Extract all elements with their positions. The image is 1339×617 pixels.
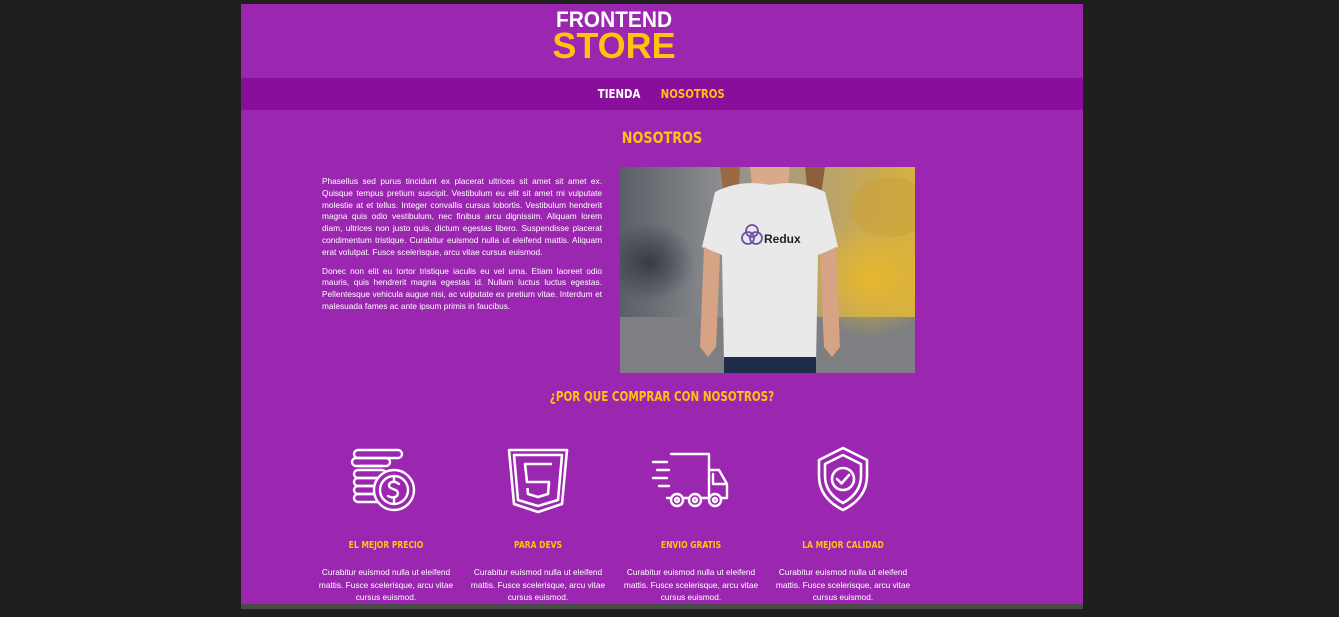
about-title: NOSOTROS [621, 128, 703, 147]
feature-description: Curabitur euismod nulla ut eleifend matt… [775, 567, 911, 602]
coins-dollar-icon [350, 448, 416, 512]
feature-description: Curabitur euismod nulla ut eleifend matt… [470, 567, 606, 602]
feature-best-quality: LA MEJOR CALIDAD Curabitur euismod nulla… [768, 442, 918, 602]
nav-link-nosotros[interactable]: NOSOTROS [660, 78, 724, 110]
feature-description: Curabitur euismod nulla ut eleifend matt… [623, 567, 759, 602]
feature-title: ENVIO GRATIS [660, 540, 722, 551]
logo-line-frontend: FRONTEND [555, 7, 673, 32]
html5-icon [507, 448, 569, 514]
about-photo: Redux [620, 167, 915, 373]
site-header: FRONTEND STORE [241, 4, 1083, 78]
logo-line-store: STORE [552, 25, 676, 66]
main-nav: TIENDA NOSOTROS [241, 78, 1083, 110]
feature-for-devs: PARA DEVS Curabitur euismod nulla ut ele… [463, 442, 613, 602]
delivery-truck-icon [651, 452, 729, 508]
nav-link-tienda[interactable]: TIENDA [598, 78, 641, 110]
tshirt-model-image: Redux [620, 167, 915, 373]
horizontal-scrollbar[interactable] [241, 604, 1083, 609]
why-title: ¿POR QUE COMPRAR CON NOSOTROS? [549, 390, 775, 405]
feature-best-price: EL MEJOR PRECIO Curabitur euismod nulla … [311, 442, 461, 602]
about-text: Phasellus sed purus tincidunt ex placera… [322, 176, 602, 320]
about-paragraph-2: Donec non elit eu tortor tristique iacul… [322, 265, 602, 311]
feature-free-shipping: ENVIO GRATIS Curabitur euismod nulla ut … [616, 442, 766, 602]
shirt-brand-text: Redux [764, 232, 801, 246]
feature-title: EL MEJOR PRECIO [348, 540, 424, 551]
shield-check-icon [817, 446, 869, 512]
feature-description: Curabitur euismod nulla ut eleifend matt… [318, 567, 454, 602]
about-paragraph-1: Phasellus sed purus tincidunt ex placera… [322, 176, 602, 257]
feature-title: LA MEJOR CALIDAD [802, 540, 884, 551]
site-logo[interactable]: FRONTEND STORE [548, 9, 680, 64]
page: FRONTEND STORE TIENDA NOSOTROS NOSOTROS … [241, 4, 1083, 609]
feature-title: PARA DEVS [514, 540, 562, 551]
